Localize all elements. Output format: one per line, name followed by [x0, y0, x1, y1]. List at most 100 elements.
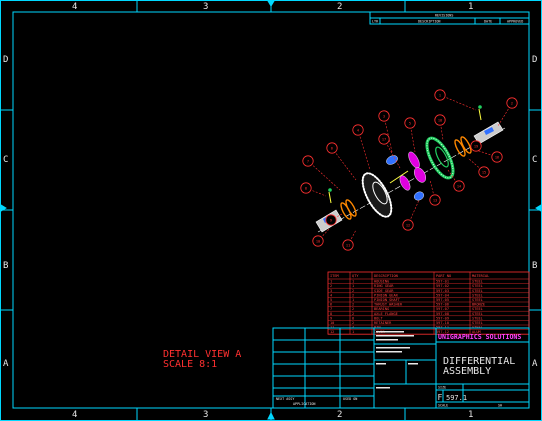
- bom-cell: 2: [352, 289, 354, 293]
- bom-cell: STEEL: [472, 316, 483, 320]
- bom-cell: SIDE GEAR: [374, 289, 394, 293]
- zone-right-B: B: [532, 261, 537, 271]
- bom-cell: 597-06: [436, 303, 449, 307]
- zone-right-D: D: [532, 55, 537, 65]
- next-assy-label: NEXT ASSY: [276, 397, 294, 401]
- callout-number: 2: [511, 101, 513, 105]
- inner-border: [12, 11, 530, 409]
- bom-cell: 2: [330, 284, 332, 288]
- callout-number: 13: [433, 198, 437, 202]
- bom-cell: 597-08: [436, 312, 449, 316]
- housing: [361, 172, 393, 218]
- zone-top-3: 3: [203, 2, 208, 12]
- zone-bottom-4: 4: [72, 410, 77, 420]
- callout-number: 5: [409, 121, 411, 125]
- bom-cell: BOLT: [374, 316, 383, 320]
- callout-number: 17: [382, 137, 386, 141]
- rev-header-ltr: LTR: [372, 20, 379, 24]
- callout-number: 12: [406, 223, 410, 227]
- bom-cell: STEEL: [472, 312, 483, 316]
- bom-cell: BRONZE: [472, 303, 485, 307]
- company-name: UNIGRAPHICS SOLUTIONS: [438, 333, 521, 341]
- rev-header-date: DATE: [484, 20, 492, 24]
- zone-bottom-2: 2: [337, 410, 342, 420]
- bom-cell: AXLE FLANGE: [374, 312, 398, 316]
- balloon-callouts: 12345678910111213141516171819: [300, 89, 518, 251]
- bom-cell: BEARING: [374, 307, 389, 311]
- title-block: NEXT ASSY USED ON APPLICATION UNIGRAPHIC…: [272, 327, 530, 409]
- bom-cell: 2: [352, 321, 354, 325]
- bom-cell: STEEL: [472, 293, 483, 297]
- size-label: SIZE: [438, 386, 446, 390]
- bom-cell: 7: [330, 307, 332, 311]
- bom-cell: 9: [330, 316, 332, 320]
- callout-number: 11: [346, 243, 350, 247]
- bom-cell: HOUSING: [374, 280, 389, 284]
- drawing-sheet[interactable]: 4 3 2 1 4 3 2 1 D C B A D C B A REVISION…: [0, 0, 542, 421]
- zone-left-C: C: [3, 155, 8, 165]
- bom-cell: 10: [330, 321, 334, 325]
- bom-cell: 5: [330, 298, 332, 302]
- drawing-title-line2: ASSEMBLY: [443, 366, 491, 377]
- exploded-assembly-view[interactable]: 12345678910111213141516171819: [300, 89, 518, 251]
- callout-number: 1: [439, 93, 441, 97]
- dwg-number: 597.1: [446, 394, 467, 402]
- bom-header: DESCRIPTION: [374, 274, 398, 278]
- bom-cell: 597-05: [436, 298, 449, 302]
- zone-right-C: C: [532, 155, 537, 165]
- bom-cell: STEEL: [472, 321, 483, 325]
- bom-header: PART NO: [436, 274, 451, 278]
- callout-number: 10: [316, 239, 320, 243]
- bom-cell: PINION SHAFT: [374, 298, 401, 302]
- zone-bottom-1: 1: [468, 410, 473, 420]
- callout-number: 3: [383, 114, 385, 118]
- bom-header: QTY: [352, 274, 359, 278]
- bill-of-materials: ITEM QTY DESCRIPTION PART NO MATERIAL 1 1 HOUSI…: [327, 271, 530, 335]
- sheet-label: SH: [498, 404, 502, 408]
- bom-cell: 1: [352, 280, 354, 284]
- bom-cell: STEEL: [472, 307, 483, 311]
- rev-header-approved: APPROVED: [507, 20, 523, 24]
- bom-cell: 1: [330, 280, 332, 284]
- side-gears: [399, 151, 426, 191]
- bom-cell: 597-03: [436, 289, 449, 293]
- bom-header: ITEM: [330, 274, 339, 278]
- bom-cell: 6: [330, 303, 332, 307]
- callout-number: 14: [457, 184, 461, 188]
- callout-number: 7: [307, 159, 309, 163]
- bom-cell: 597-04: [436, 293, 449, 297]
- zone-left-B: B: [3, 261, 8, 271]
- zone-top-4: 4: [72, 2, 77, 12]
- bom-cell: STEEL: [472, 289, 483, 293]
- callout-number: 9: [330, 218, 332, 222]
- bom-cell: STEEL: [472, 280, 483, 284]
- bom-cell: 3: [330, 289, 332, 293]
- scale-label: SCALE: [438, 404, 448, 408]
- size-value: F: [438, 393, 443, 402]
- bom-cell: 8: [330, 312, 332, 316]
- bom-cell: 597-07: [436, 307, 449, 311]
- bom-cell: STEEL: [472, 284, 483, 288]
- bom-cell: RETAINER: [374, 321, 392, 325]
- zone-left-D: D: [3, 55, 8, 65]
- bom-cell: 597-02: [436, 284, 449, 288]
- callout-number: 8: [305, 186, 307, 190]
- zone-bottom-3: 3: [203, 410, 208, 420]
- zone-top-1: 1: [468, 2, 473, 12]
- zone-top-2: 2: [337, 2, 342, 12]
- bom-cell: 597-09: [436, 316, 449, 320]
- bom-header: MATERIAL: [472, 274, 489, 278]
- bom-cell: THRUST WASHER: [374, 303, 403, 307]
- callout-number: 4: [357, 128, 359, 132]
- bom-cell: 1: [352, 298, 354, 302]
- bom-cell: 2: [352, 312, 354, 316]
- bom-cell: 597-10: [436, 321, 449, 325]
- zone-right-A: A: [532, 359, 538, 369]
- bom-cell: 2: [352, 307, 354, 311]
- revision-block: REVISIONS LTR DESCRIPTION DATE APPROVED: [369, 11, 530, 25]
- zone-left-A: A: [3, 359, 9, 369]
- callout-number: 6: [331, 146, 333, 150]
- callout-number: 16: [495, 155, 499, 159]
- used-on-label: USED ON: [343, 397, 357, 401]
- revisions-title: REVISIONS: [435, 14, 453, 18]
